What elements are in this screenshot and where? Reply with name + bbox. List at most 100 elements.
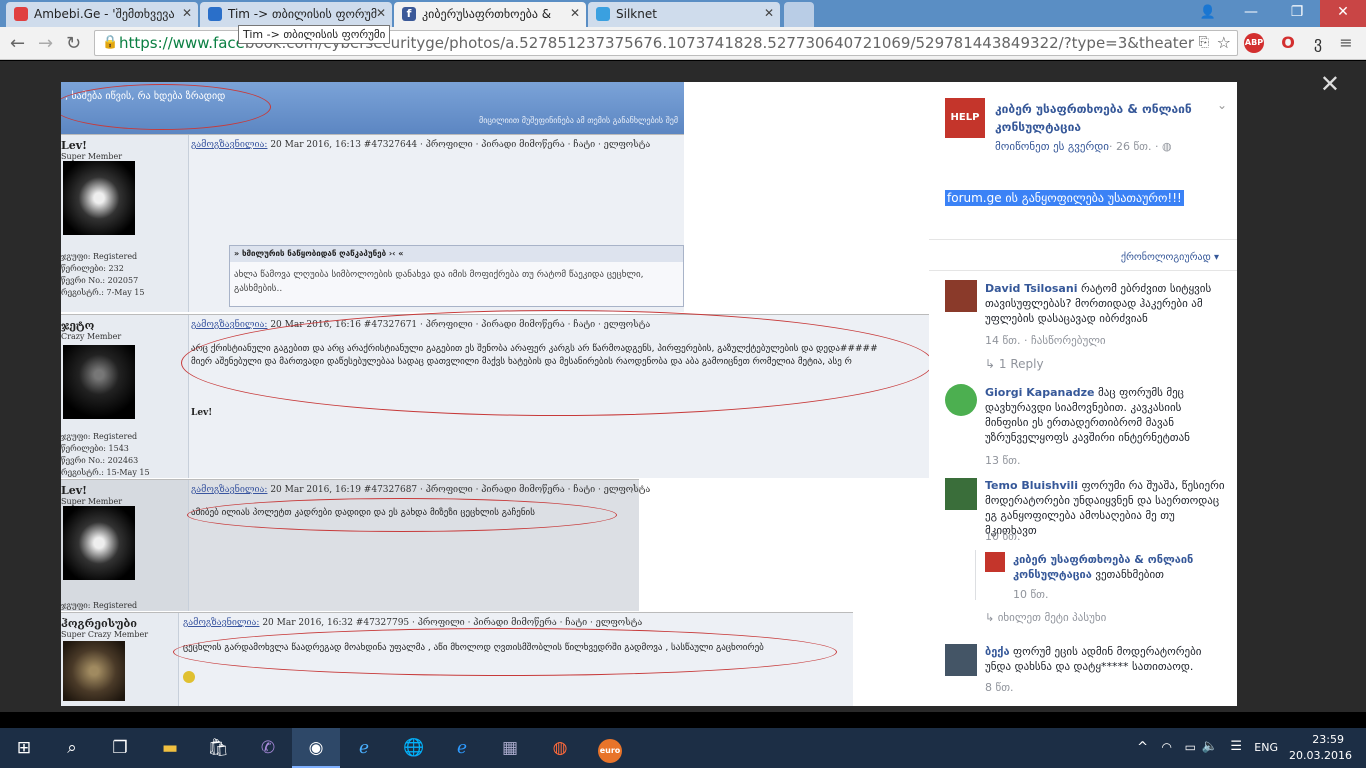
post-sidebar: Lev! Super Member ჯგუფი: Registered წერი… (61, 135, 189, 312)
post-meta: 20 Mar 2016, 16:32 #47327795 · პროფილი ·… (259, 618, 643, 628)
reload-icon[interactable]: ↻ (66, 33, 81, 54)
post-username: Lev! (61, 484, 87, 497)
red-ellipse (187, 498, 617, 532)
view-more-replies-link[interactable]: ↳ იხილეთ მეტი პასუხი (985, 611, 1106, 624)
replies-link[interactable]: ↳ 1 Reply (985, 357, 1044, 371)
commenter-name[interactable]: Giorgi Kapanadze (985, 386, 1095, 399)
tab-ambebi[interactable]: Ambebi.Ge - 'შემთხვევა ✕ (6, 2, 198, 27)
window-controls: — ❐ ✕ (1228, 0, 1366, 27)
firefox-icon[interactable]: ◍ (536, 728, 584, 768)
post-author-label: გამოგზავნილია: (191, 140, 268, 150)
adblock-icon[interactable]: ABP (1244, 33, 1264, 53)
photo-screenshot[interactable]: , ხამება იწვის, რა ხდება ზრადიდ მიცილიით… (61, 82, 929, 706)
extension-icon[interactable]: ვ (1308, 33, 1328, 53)
comment-time[interactable]: 8 წთ. (985, 681, 1014, 694)
network-app-icon[interactable]: ▦ (486, 728, 534, 768)
page-logo-icon[interactable]: HELP (945, 98, 985, 138)
comment-text: David Tsilosani რატომ ებრძვით სიტყვის თა… (985, 281, 1225, 326)
like-page-link[interactable]: მოიწონეთ ეს გვერდი (995, 140, 1109, 153)
comment-time[interactable]: 14 წთ. (985, 334, 1021, 347)
viber-icon[interactable]: ✆ (244, 728, 292, 768)
close-icon[interactable]: ✕ (182, 6, 192, 20)
post-caption: forum.ge ის განყოფილება უსათაურო!!! (945, 190, 1184, 206)
commenter-name[interactable]: Temo Bluishvili (985, 479, 1078, 492)
close-icon[interactable]: ✕ (1320, 70, 1340, 98)
globe-icon[interactable]: 🌐 (390, 728, 438, 768)
chevron-down-icon[interactable]: ⌄ (1217, 98, 1227, 112)
post-time[interactable]: · 26 წთ. · (1109, 140, 1162, 153)
url-secure: https://www.face (119, 34, 245, 52)
commenter-name[interactable]: ბექა (985, 645, 1010, 658)
page-name-link[interactable]: კიბერ უსაფრთხოება & ონლაინ კონსულტაცია (995, 100, 1215, 136)
minimize-button[interactable]: — (1228, 0, 1274, 27)
close-icon[interactable]: ✕ (764, 6, 774, 20)
file-explorer-icon[interactable]: ▬ (146, 728, 194, 768)
store-icon[interactable]: 🛍 (194, 728, 242, 768)
back-icon[interactable]: ← (10, 33, 25, 54)
avatar (63, 345, 135, 419)
edge-icon[interactable]: ℯ (438, 728, 486, 768)
comment-sort-dropdown[interactable]: ქრონოლოგიურად ▾ (1121, 252, 1219, 263)
tab-tooltip: Tim -> თბილისის ფორუმი (238, 25, 391, 44)
volume-icon[interactable]: 🔈 (1202, 739, 1218, 754)
avatar[interactable] (945, 644, 977, 676)
translate-icon[interactable]: ⎘ (1199, 31, 1209, 55)
chrome-icon[interactable]: ◉ (292, 728, 340, 768)
silknet-icon (596, 7, 610, 21)
clock-date[interactable]: 20.03.2016 (1289, 749, 1352, 762)
divider (929, 270, 1237, 271)
post-header: გამოგზავნილია: 20 Mar 2016, 16:13 #47327… (191, 140, 650, 150)
post-user-info: ჯგუფი: Registered წერილები: 1543 წევრი N… (61, 432, 150, 477)
user-icon[interactable]: 👤 (1196, 2, 1220, 24)
red-ellipse (173, 628, 837, 676)
quote-text: ახლა წამოვა ლღუიბა სიმბოლოების დანახვა დ… (234, 270, 644, 294)
post-meta: 20 Mar 2016, 16:13 #47327644 · პროფილი ·… (267, 140, 651, 150)
post-user-info: ჯგუფი: Registered (61, 601, 138, 610)
tab-title: Tim -> თბილისის ფორუმ (228, 7, 378, 21)
comment-body: ვეთანხმებით (1095, 568, 1164, 581)
post-rank: Super Member (61, 497, 123, 506)
search-icon[interactable]: ⌕ (48, 728, 96, 768)
close-icon[interactable]: ✕ (570, 6, 580, 20)
comment-time[interactable]: 13 წთ. (985, 454, 1021, 467)
battery-icon[interactable]: ▭ (1185, 740, 1196, 754)
tab-silknet[interactable]: Silknet ✕ (588, 2, 780, 27)
start-icon[interactable]: ⊞ (0, 728, 48, 768)
commenter-name[interactable]: David Tsilosani (985, 282, 1077, 295)
ie-icon[interactable]: ℯ (340, 728, 388, 768)
page-logo-icon[interactable] (985, 552, 1005, 572)
comment-edited: · ჩასწორებული (1020, 334, 1106, 347)
star-icon[interactable]: ☆ (1217, 31, 1231, 55)
windows-taskbar: ⊞ ⌕ ❐ ▬ 🛍 ✆ ◉ ℯ 🌐 ℯ ▦ ◍ euro ^ ◠ ▭ 🔈 ☰ E… (0, 728, 1366, 768)
clock-time[interactable]: 23:59 (1312, 733, 1344, 746)
forward-icon[interactable]: → (38, 33, 53, 54)
task-view-icon[interactable]: ❐ (96, 728, 144, 768)
language-indicator[interactable]: ENG (1254, 741, 1278, 754)
close-icon[interactable]: ✕ (376, 6, 386, 20)
wifi-icon[interactable]: ◠ (1162, 740, 1172, 754)
euro-app-icon[interactable]: euro (586, 728, 634, 768)
avatar[interactable] (945, 384, 977, 416)
close-window-button[interactable]: ✕ (1320, 0, 1366, 27)
post-meta: 20 Mar 2016, 16:19 #47327687 · პროფილი ·… (267, 485, 651, 495)
maximize-button[interactable]: ❐ (1274, 0, 1320, 27)
chevron-up-icon[interactable]: ^ (1137, 740, 1148, 755)
post-rank: Super Crazy Member (61, 630, 149, 639)
new-tab-button[interactable] (784, 2, 814, 27)
comment-time[interactable]: 10 წთ. (1013, 588, 1049, 601)
post-username: ჰოგრეისუბი (61, 617, 137, 630)
forum-header-subtitle: მიცილიით მუშეფინინება ამ თემის განანხლებ… (479, 116, 678, 125)
opera-icon[interactable]: O (1278, 33, 1298, 53)
tab-forum[interactable]: Tim -> თბილისის ფორუმ ✕ (200, 2, 392, 27)
avatar[interactable] (945, 478, 977, 510)
comment-time[interactable]: 10 წთ. (985, 530, 1021, 543)
quote-title: » ხმილურის ნაწყობიდან ღაწკაპუნებ ›‹ « (230, 246, 683, 262)
menu-icon[interactable]: ≡ (1336, 33, 1356, 53)
avatar[interactable] (945, 280, 977, 312)
red-ellipse (181, 310, 929, 416)
red-ellipse (61, 84, 271, 130)
notification-icon[interactable]: ☰ (1230, 739, 1242, 754)
avatar (63, 641, 125, 701)
tab-facebook[interactable]: f კიბერუსაფრთხოება & ✕ (394, 2, 586, 27)
post-username: ჯეტო (61, 319, 95, 332)
